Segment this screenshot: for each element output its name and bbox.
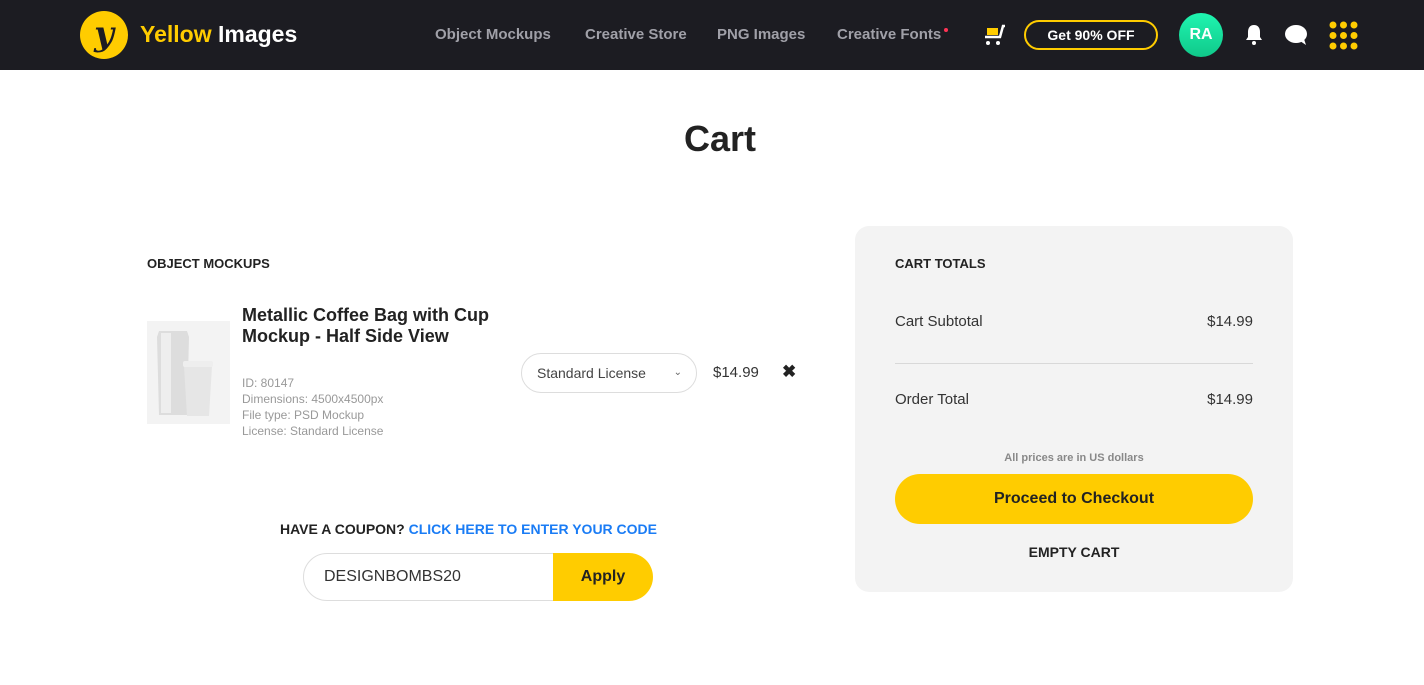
section-heading: OBJECT MOCKUPS bbox=[147, 256, 270, 271]
cart-icon[interactable] bbox=[984, 24, 1006, 46]
enter-coupon-link[interactable]: CLICK HERE TO ENTER YOUR CODE bbox=[409, 521, 657, 537]
divider bbox=[895, 363, 1253, 364]
nav-png-images[interactable]: PNG Images bbox=[717, 26, 805, 43]
brand-name[interactable]: Yellow Images bbox=[140, 21, 297, 48]
offer-button[interactable]: Get 90% OFF bbox=[1024, 20, 1158, 50]
logo[interactable]: y bbox=[80, 11, 128, 59]
apply-button[interactable]: Apply bbox=[553, 553, 653, 601]
nav-creative-store[interactable]: Creative Store bbox=[585, 26, 687, 43]
subtotal-row: Cart Subtotal $14.99 bbox=[895, 313, 1253, 330]
item-price: $14.99 bbox=[713, 364, 759, 381]
top-nav: y Yellow Images Object Mockups Creative … bbox=[0, 0, 1424, 70]
nav-creative-fonts[interactable]: Creative Fonts bbox=[837, 26, 949, 43]
remove-item-icon[interactable]: ✖ bbox=[782, 362, 796, 382]
bell-icon[interactable] bbox=[1244, 24, 1264, 46]
page-title: Cart bbox=[683, 118, 757, 159]
coupon-input[interactable] bbox=[303, 553, 563, 601]
nav-object-mockups[interactable]: Object Mockups bbox=[435, 26, 551, 43]
totals-heading: CART TOTALS bbox=[895, 256, 986, 271]
chevron-down-icon: ⌄ bbox=[673, 367, 682, 378]
cart-totals-panel: CART TOTALS Cart Subtotal $14.99 Order To… bbox=[855, 226, 1293, 592]
empty-cart-button[interactable]: EMPTY CART bbox=[855, 544, 1293, 560]
product-meta: ID: 80147 Dimensions: 4500x4500px File t… bbox=[242, 376, 384, 438]
apps-grid-icon[interactable] bbox=[1329, 21, 1358, 50]
chat-icon[interactable] bbox=[1284, 24, 1308, 46]
product-title[interactable]: Metallic Coffee Bag with Cup Mockup - Ha… bbox=[242, 305, 492, 347]
coupon-prompt: HAVE A COUPON? CLICK HERE TO ENTER YOUR … bbox=[280, 521, 658, 537]
avatar[interactable]: RA bbox=[1179, 13, 1223, 57]
license-select[interactable]: Standard License ⌄ bbox=[521, 353, 697, 393]
product-thumbnail[interactable] bbox=[147, 321, 230, 424]
new-dot bbox=[944, 28, 949, 32]
currency-note: All prices are in US dollars bbox=[1004, 452, 1144, 464]
order-total-row: Order Total $14.99 bbox=[895, 391, 1253, 408]
proceed-to-checkout-button[interactable]: Proceed to Checkout bbox=[895, 474, 1253, 524]
